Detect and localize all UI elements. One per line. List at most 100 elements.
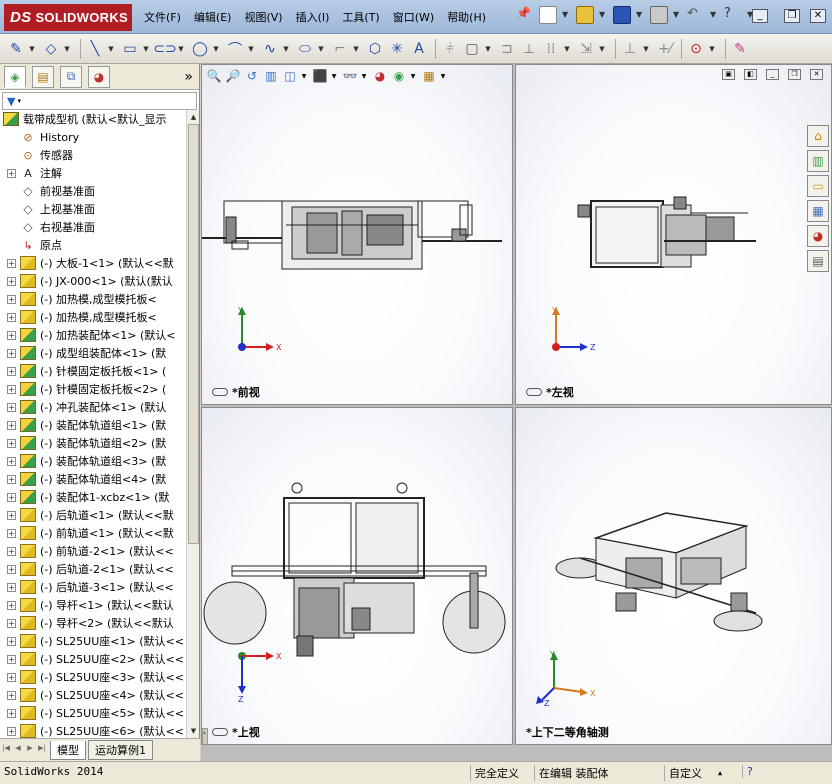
tree-item[interactable]: + (-) 装配体1-xcbz<1> (默: [0, 488, 186, 506]
circle-icon[interactable]: ◯: [190, 39, 210, 59]
view-palette-icon[interactable]: ▦: [807, 200, 829, 222]
expand-icon[interactable]: +: [7, 492, 16, 502]
open-folder-icon[interactable]: [576, 6, 594, 24]
filter-dropdown-icon[interactable]: ▾: [17, 97, 21, 105]
open-dropdown-icon[interactable]: ▼: [599, 6, 607, 24]
convert-dropdown-icon[interactable]: ▼: [484, 39, 492, 59]
expand-icon[interactable]: +: [7, 168, 16, 178]
expand-icon[interactable]: +: [7, 348, 16, 358]
tree-item[interactable]: + A 注解: [0, 164, 186, 182]
rectangle-icon[interactable]: ▭: [120, 39, 140, 59]
tree-item[interactable]: + (-) 导杆<1> (默认<<默认: [0, 596, 186, 614]
offset-icon[interactable]: ⊐: [497, 39, 517, 59]
tree-item[interactable]: + (-) SL25UU座<2> (默认<<: [0, 650, 186, 668]
instant2d-icon[interactable]: ✎: [730, 39, 750, 59]
menu-view[interactable]: 视图(V): [244, 9, 282, 25]
expand-icon[interactable]: +: [7, 708, 16, 718]
arc-dropdown-icon[interactable]: ▼: [247, 39, 255, 59]
smart-dimension-icon[interactable]: ◇: [41, 39, 61, 59]
help-icon[interactable]: ?: [724, 6, 742, 24]
expand-icon[interactable]: +: [7, 312, 16, 322]
expand-icon[interactable]: +: [7, 582, 16, 592]
convert-entities-icon[interactable]: ▢: [462, 39, 482, 59]
save-dropdown-icon[interactable]: ▼: [636, 6, 644, 24]
viewport-isometric[interactable]: Y X Z *上下二等角轴测: [515, 407, 832, 745]
scroll-thumb[interactable]: [188, 124, 199, 544]
polygon-icon[interactable]: ⬡: [365, 39, 385, 59]
tree-root[interactable]: 载带成型机 (默认<默认_显示: [0, 110, 186, 128]
tree-item[interactable]: ◇ 前视基准面: [0, 182, 186, 200]
undo-dropdown-icon[interactable]: ▼: [710, 6, 718, 24]
tree-item[interactable]: + (-) 加热模,成型模托板<: [0, 308, 186, 326]
linear-pattern-icon[interactable]: ⁞⁞: [541, 39, 561, 59]
fillet-dropdown-icon[interactable]: ▼: [352, 39, 360, 59]
spline-dropdown-icon[interactable]: ▼: [282, 39, 290, 59]
expand-icon[interactable]: +: [7, 672, 16, 682]
tree-item[interactable]: ◇ 右视基准面: [0, 218, 186, 236]
tree-item[interactable]: + (-) 后轨道-3<1> (默认<<: [0, 578, 186, 596]
tree-item[interactable]: + (-) 针模固定板托板<1> (: [0, 362, 186, 380]
expand-icon[interactable]: +: [7, 366, 16, 376]
slot-dropdown-icon[interactable]: ▼: [177, 39, 185, 59]
expand-icon[interactable]: +: [7, 294, 16, 304]
expand-icon[interactable]: +: [7, 330, 16, 340]
rapid-sketch-icon[interactable]: ⊙: [686, 39, 706, 59]
tree-item[interactable]: ⊙ 传感器: [0, 146, 186, 164]
tree-item[interactable]: + (-) SL25UU座<4> (默认<<: [0, 686, 186, 704]
expand-icon[interactable]: +: [7, 690, 16, 700]
tree-item[interactable]: + (-) 加热模,成型模托板<: [0, 290, 186, 308]
ellipse-icon[interactable]: ⬭: [295, 39, 315, 59]
point-icon[interactable]: ✳: [387, 39, 407, 59]
tree-item[interactable]: + (-) 前轨道-2<1> (默认<<: [0, 542, 186, 560]
tree-item[interactable]: + (-) SL25UU座<3> (默认<<: [0, 668, 186, 686]
link-views-icon[interactable]: [526, 388, 542, 396]
configuration-manager-tab-icon[interactable]: ⧉: [60, 65, 82, 88]
expand-icon[interactable]: +: [7, 618, 16, 628]
line-dropdown-icon[interactable]: ▼: [107, 39, 115, 59]
file-explorer-icon[interactable]: ▭: [807, 175, 829, 197]
tree-item[interactable]: + (-) SL25UU座<1> (默认<<: [0, 632, 186, 650]
scroll-up-icon[interactable]: ▲: [188, 111, 199, 123]
ellipse-dropdown-icon[interactable]: ▼: [317, 39, 325, 59]
menu-window[interactable]: 窗口(W): [393, 9, 434, 25]
tree-item[interactable]: + (-) 后轨道-2<1> (默认<<: [0, 560, 186, 578]
tab-motion-study[interactable]: 运动算例1: [88, 740, 153, 760]
menu-help[interactable]: 帮助(H): [447, 9, 486, 25]
expand-icon[interactable]: +: [7, 276, 16, 286]
viewport-top[interactable]: ‹ X Z *上视: [201, 407, 513, 745]
custom-properties-icon[interactable]: ▤: [807, 250, 829, 272]
tree-item[interactable]: + (-) 冲孔装配体<1> (默认: [0, 398, 186, 416]
sketch-icon[interactable]: ✎: [6, 39, 26, 59]
appearances-icon[interactable]: ◕: [807, 225, 829, 247]
arc-icon[interactable]: ⌒: [225, 39, 245, 59]
link-views-icon[interactable]: [212, 728, 228, 736]
rectangle-dropdown-icon[interactable]: ▼: [142, 39, 150, 59]
solidworks-logo[interactable]: DS SOLIDWORKS: [4, 4, 132, 31]
tree-item[interactable]: + (-) 前轨道<1> (默认<<默: [0, 524, 186, 542]
sketch-dropdown-icon[interactable]: ▼: [28, 39, 36, 59]
link-views-icon[interactable]: [212, 388, 228, 396]
feature-tree-scrollbar[interactable]: ▲ ▼: [186, 110, 199, 738]
graphics-area[interactable]: 🔍 🔎 ↺ ▥ ◫ ▼ ⬛ ▼ 👓 ▼ ◕ ◉ ▼ ▦ ▼ Y X *前视 ▣ …: [201, 64, 832, 761]
spline-icon[interactable]: ∿: [260, 39, 280, 59]
tree-item[interactable]: + (-) 大板-1<1> (默认<<默: [0, 254, 186, 272]
expand-icon[interactable]: +: [7, 420, 16, 430]
save-icon[interactable]: [613, 6, 631, 24]
pattern-dropdown-icon[interactable]: ▼: [563, 39, 571, 59]
tree-item[interactable]: + (-) JX-000<1> (默认(默认: [0, 272, 186, 290]
viewport-close-icon[interactable]: ✕: [810, 69, 823, 80]
expand-icon[interactable]: +: [7, 402, 16, 412]
display-relations-icon[interactable]: ⊥: [620, 39, 640, 59]
expand-icon[interactable]: +: [7, 510, 16, 520]
expand-icon[interactable]: +: [7, 384, 16, 394]
print-icon[interactable]: [650, 6, 668, 24]
pin-icon[interactable]: 📌: [516, 6, 534, 24]
tab-model[interactable]: 模型: [50, 740, 86, 760]
tree-item[interactable]: + (-) 装配体轨道组<4> (默: [0, 470, 186, 488]
tree-item[interactable]: + (-) SL25UU座<5> (默认<<: [0, 704, 186, 722]
last-tab-icon[interactable]: ▶|: [36, 744, 48, 756]
menu-edit[interactable]: 编辑(E): [194, 9, 232, 25]
first-tab-icon[interactable]: |◀: [0, 744, 12, 756]
menu-tools[interactable]: 工具(T): [342, 9, 379, 25]
new-document-icon[interactable]: [539, 6, 557, 24]
